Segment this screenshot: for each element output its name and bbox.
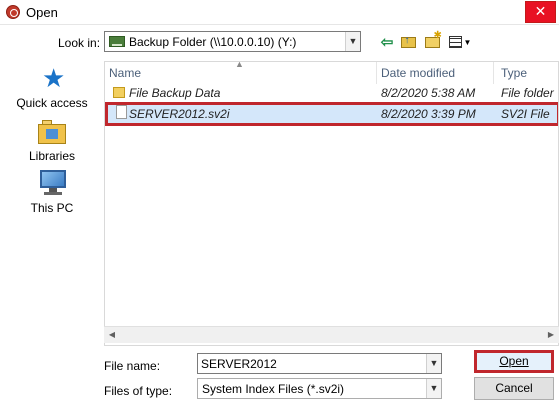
place-libraries[interactable]: Libraries bbox=[4, 149, 100, 163]
look-in-value: Backup Folder (\\10.0.0.10) (Y:) bbox=[129, 35, 297, 49]
look-in-dropdown[interactable]: Backup Folder (\\10.0.0.10) (Y:) ▼ bbox=[104, 31, 361, 52]
file-name: File Backup Data bbox=[129, 86, 221, 100]
network-drive-icon bbox=[109, 36, 125, 47]
files-of-type-value: System Index Files (*.sv2i) bbox=[202, 382, 345, 396]
document-icon bbox=[116, 105, 127, 119]
cancel-button[interactable]: Cancel bbox=[474, 377, 554, 400]
file-type: File folder bbox=[501, 86, 554, 100]
computer-icon[interactable] bbox=[38, 168, 68, 196]
column-header-type[interactable]: Type bbox=[501, 62, 527, 84]
list-item[interactable]: File Backup Data 8/2/2020 5:38 AM File f… bbox=[105, 84, 558, 103]
chevron-down-icon[interactable]: ▼ bbox=[345, 32, 360, 51]
close-button[interactable]: ✕ bbox=[525, 1, 556, 23]
new-folder-icon[interactable] bbox=[422, 30, 442, 51]
file-name: SERVER2012.sv2i bbox=[129, 107, 230, 121]
libraries-icon[interactable] bbox=[38, 120, 66, 144]
sort-ascending-icon: ▲ bbox=[235, 61, 244, 69]
column-separator[interactable] bbox=[376, 62, 377, 84]
file-date: 8/2/2020 5:38 AM bbox=[381, 86, 476, 100]
place-quick-access[interactable]: Quick access bbox=[4, 96, 100, 110]
folder-icon bbox=[113, 87, 125, 98]
horizontal-scrollbar[interactable]: ◀ ▶ bbox=[104, 326, 559, 343]
column-separator[interactable] bbox=[493, 62, 494, 84]
up-folder-icon[interactable] bbox=[398, 33, 418, 51]
file-name-field[interactable]: ▼ bbox=[197, 353, 442, 374]
list-item-selected[interactable]: SERVER2012.sv2i 8/2/2020 3:39 PM SV2I Fi… bbox=[105, 102, 558, 126]
title-bar: Open ✕ bbox=[0, 0, 559, 25]
star-icon[interactable]: ★ bbox=[42, 65, 66, 91]
app-icon bbox=[6, 5, 20, 19]
chevron-down-icon[interactable]: ▼ bbox=[426, 379, 441, 398]
window-title: Open bbox=[26, 5, 58, 20]
scroll-right-icon[interactable]: ▶ bbox=[543, 327, 559, 343]
file-date: 8/2/2020 3:39 PM bbox=[381, 107, 476, 121]
scroll-left-icon[interactable]: ◀ bbox=[104, 327, 120, 343]
file-type: SV2I File bbox=[501, 107, 550, 121]
file-name-label: File name: bbox=[104, 359, 161, 373]
look-in-label: Look in: bbox=[58, 36, 101, 50]
column-header-name[interactable]: Name bbox=[109, 62, 141, 84]
files-of-type-label: Files of type: bbox=[104, 384, 173, 398]
places-bar: ★ Quick access Libraries This PC bbox=[4, 62, 100, 362]
open-button[interactable]: Open bbox=[474, 350, 554, 373]
file-list[interactable]: ▲ Name Date modified Type File Backup Da… bbox=[104, 61, 559, 346]
file-name-input[interactable] bbox=[198, 354, 426, 373]
chevron-down-icon[interactable]: ▼ bbox=[426, 354, 441, 373]
view-menu-icon[interactable]: ▼ bbox=[446, 33, 474, 51]
files-of-type-select[interactable]: System Index Files (*.sv2i) ▼ bbox=[197, 378, 442, 399]
column-header-date-modified[interactable]: Date modified bbox=[381, 62, 455, 84]
open-button-label: Open bbox=[499, 354, 529, 368]
back-arrow-icon[interactable]: ⇦ bbox=[377, 33, 397, 51]
place-this-pc[interactable]: This PC bbox=[4, 201, 100, 215]
